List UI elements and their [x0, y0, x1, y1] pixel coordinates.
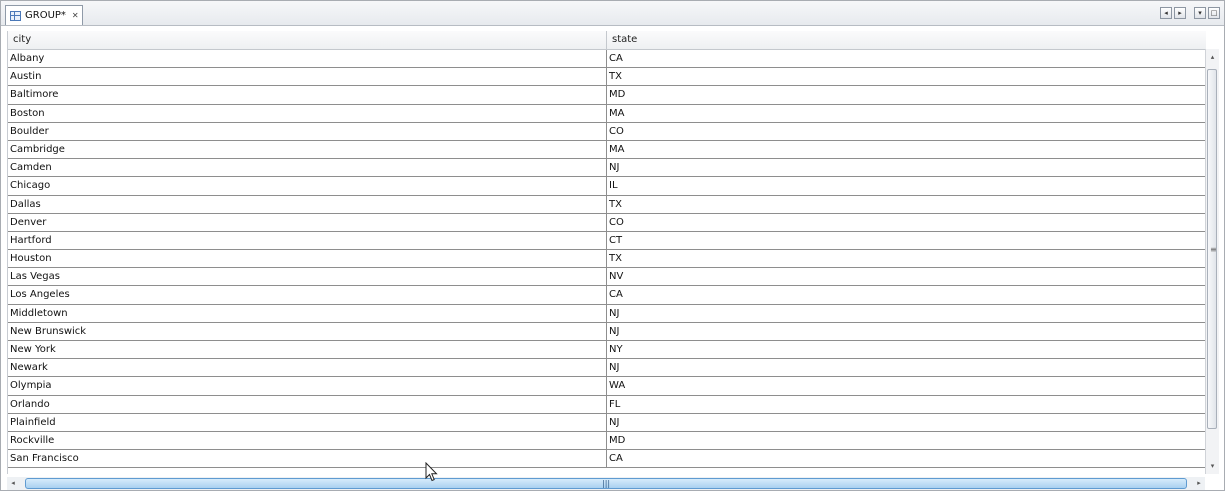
scroll-right-icon[interactable]: ▸: [1193, 477, 1205, 490]
result-grid: city state Albany CA Austin TX Baltimore MD Bo…: [7, 31, 1206, 474]
editor-tab-bar: GROUP* ✕ ◂ ▸ ▾ □: [1, 1, 1224, 26]
table-row[interactable]: San Francisco CA: [8, 450, 1206, 469]
scroll-tabs-left-button[interactable]: ◂: [1160, 7, 1172, 19]
table-row[interactable]: New York NY: [8, 341, 1206, 360]
grip-icon: |||: [602, 479, 611, 488]
cell-city[interactable]: Boston: [8, 104, 607, 122]
cell-state[interactable]: CA: [607, 50, 1205, 67]
table-row[interactable]: Albany CA: [8, 50, 1206, 69]
scroll-left-icon[interactable]: ◂: [7, 477, 19, 490]
table-row[interactable]: Denver CO: [8, 213, 1206, 232]
table-row[interactable]: Dallas TX: [8, 195, 1206, 214]
cell-state[interactable]: MA: [607, 141, 1205, 158]
mouse-pointer-icon: [425, 462, 438, 482]
cell-city[interactable]: Hartford: [8, 231, 607, 250]
cell-city[interactable]: Austin: [8, 68, 607, 86]
vertical-scroll-thumb[interactable]: ≡: [1207, 69, 1217, 429]
cell-city[interactable]: Orlando: [8, 395, 607, 413]
table-row[interactable]: Cambridge MA: [8, 140, 1206, 160]
cell-city[interactable]: Albany: [8, 50, 607, 68]
cell-state[interactable]: TX: [607, 196, 1205, 213]
close-icon[interactable]: ✕: [72, 11, 79, 20]
horizontal-scroll-thumb[interactable]: |||: [25, 478, 1187, 489]
scroll-up-icon[interactable]: ▴: [1206, 51, 1219, 63]
tab-title: GROUP*: [25, 10, 66, 21]
horizontal-scrollbar[interactable]: ◂ ||| ▸: [7, 477, 1205, 490]
cell-city[interactable]: Houston: [8, 250, 607, 268]
table-row[interactable]: Los Angeles CA: [8, 286, 1206, 305]
cell-state[interactable]: NJ: [607, 323, 1205, 340]
cell-state[interactable]: NJ: [607, 359, 1205, 376]
cell-state[interactable]: CA: [607, 286, 1205, 303]
column-header-state[interactable]: state: [607, 31, 1205, 49]
table-row[interactable]: Middletown NJ: [8, 304, 1206, 323]
grip-icon: ≡: [1210, 245, 1217, 254]
cell-state[interactable]: NV: [607, 268, 1205, 285]
cell-state[interactable]: FL: [607, 396, 1205, 413]
window-controls: ◂ ▸ ▾ □: [1160, 7, 1220, 19]
cell-state[interactable]: TX: [607, 68, 1205, 85]
cell-state[interactable]: IL: [607, 177, 1205, 194]
cell-city[interactable]: Las Vegas: [8, 268, 607, 286]
column-header-city[interactable]: city: [8, 31, 607, 49]
cell-state[interactable]: CO: [607, 123, 1205, 140]
cell-state[interactable]: TX: [607, 250, 1205, 267]
table-row[interactable]: Hartford CT: [8, 231, 1206, 251]
cell-city[interactable]: New York: [8, 341, 607, 359]
table-icon: [10, 10, 21, 21]
cell-city[interactable]: Cambridge: [8, 140, 607, 159]
cell-state[interactable]: MA: [607, 105, 1205, 122]
scroll-down-icon[interactable]: ▾: [1206, 460, 1219, 472]
cell-state[interactable]: MD: [607, 86, 1205, 103]
table-row[interactable]: Orlando FL: [8, 395, 1206, 414]
cell-city[interactable]: Plainfield: [8, 413, 607, 431]
table-editor-window: GROUP* ✕ ◂ ▸ ▾ □ city state Albany CA Aust…: [0, 0, 1225, 491]
table-row[interactable]: Houston TX: [8, 250, 1206, 269]
vertical-scrollbar[interactable]: ▴ ≡ ▾: [1205, 49, 1219, 474]
cell-city[interactable]: Denver: [8, 213, 607, 231]
cell-city[interactable]: Rockville: [8, 431, 607, 450]
table-row[interactable]: Olympia WA: [8, 377, 1206, 396]
table-row[interactable]: New Brunswick NJ: [8, 322, 1206, 341]
cell-city[interactable]: Middletown: [8, 304, 607, 322]
cell-state[interactable]: CT: [607, 232, 1205, 249]
cell-city[interactable]: San Francisco: [8, 450, 607, 468]
table-row[interactable]: Baltimore MD: [8, 86, 1206, 105]
table-row[interactable]: Newark NJ: [8, 359, 1206, 378]
cell-state[interactable]: WA: [607, 377, 1205, 394]
cell-city[interactable]: Dallas: [8, 195, 607, 213]
cell-state[interactable]: NY: [607, 341, 1205, 358]
scroll-tabs-right-button[interactable]: ▸: [1174, 7, 1186, 19]
grid-body: Albany CA Austin TX Baltimore MD Boston MA Bould…: [8, 50, 1206, 469]
cell-state[interactable]: NJ: [607, 414, 1205, 431]
cell-state[interactable]: NJ: [607, 305, 1205, 322]
table-row[interactable]: Boulder CO: [8, 122, 1206, 141]
tab-group[interactable]: GROUP* ✕: [5, 5, 83, 25]
table-row[interactable]: Austin TX: [8, 68, 1206, 87]
cell-city[interactable]: New Brunswick: [8, 322, 607, 340]
table-row[interactable]: Rockville MD: [8, 431, 1206, 451]
maximize-button[interactable]: □: [1208, 7, 1220, 19]
cell-state[interactable]: CO: [607, 214, 1205, 231]
cell-city[interactable]: Baltimore: [8, 86, 607, 104]
table-row[interactable]: Boston MA: [8, 104, 1206, 123]
cell-city[interactable]: Camden: [8, 159, 607, 177]
cell-city[interactable]: Newark: [8, 359, 607, 377]
cell-state[interactable]: MD: [607, 432, 1205, 449]
table-row[interactable]: Camden NJ: [8, 159, 1206, 178]
view-menu-button[interactable]: ▾: [1194, 7, 1206, 19]
cell-city[interactable]: Chicago: [8, 177, 607, 195]
grid-header: city state: [8, 31, 1206, 50]
table-row[interactable]: Las Vegas NV: [8, 268, 1206, 287]
cell-city[interactable]: Los Angeles: [8, 286, 607, 304]
cell-state[interactable]: CA: [607, 450, 1205, 467]
table-row[interactable]: Plainfield NJ: [8, 413, 1206, 432]
cell-state[interactable]: NJ: [607, 159, 1205, 176]
cell-city[interactable]: Olympia: [8, 377, 607, 395]
table-row[interactable]: Chicago IL: [8, 177, 1206, 196]
cell-city[interactable]: Boulder: [8, 122, 607, 140]
